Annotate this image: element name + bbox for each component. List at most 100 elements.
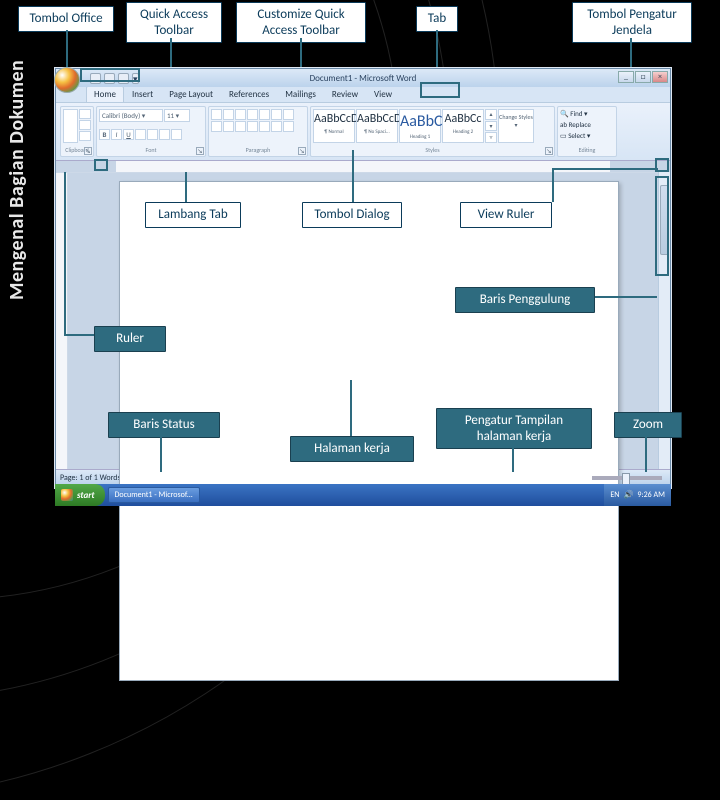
strike-button[interactable] <box>135 129 146 140</box>
align-right-button[interactable] <box>235 121 246 132</box>
group-label: Font <box>99 146 203 154</box>
taskbar-item-word[interactable]: Document1 - Microsof... <box>108 487 200 503</box>
label-zoom: Zoom <box>614 412 682 438</box>
label-tombol-dialog: Tombol Dialog <box>302 202 402 228</box>
tray-language[interactable]: EN <box>610 490 619 500</box>
paste-button[interactable] <box>63 109 78 143</box>
group-editing: 🔍 Find ▾ ab Replace ▭ Select ▾ Editing <box>557 106 617 157</box>
maximize-button[interactable]: □ <box>635 71 651 83</box>
dialog-launcher-icon[interactable]: ↘ <box>545 147 553 155</box>
qat-customize-icon[interactable]: ▾ <box>132 73 139 84</box>
style-normal[interactable]: AaBbCcDd¶ Normal <box>313 109 355 143</box>
ribbon-tabs: Home Insert Page Layout References Maili… <box>56 87 670 103</box>
dialog-launcher-icon[interactable]: ↘ <box>298 147 306 155</box>
horizontal-ruler[interactable] <box>56 161 670 173</box>
change-styles-button[interactable]: Change Styles ▾ <box>498 109 534 143</box>
label-tab: Tab <box>416 6 458 32</box>
windows-taskbar: start Document1 - Microsof... EN 🔊 9:26 … <box>55 484 671 506</box>
replace-button[interactable]: ab Replace <box>560 120 614 129</box>
align-left-button[interactable] <box>211 121 222 132</box>
label-view-ruler: View Ruler <box>460 202 552 228</box>
start-label: start <box>77 490 95 501</box>
vertical-ruler[interactable] <box>56 173 68 469</box>
format-painter-button[interactable] <box>79 131 91 141</box>
style-no-spacing[interactable]: AaBbCcDd¶ No Spaci... <box>356 109 398 143</box>
style-heading2[interactable]: AaBbCcHeading 2 <box>442 109 484 143</box>
qat-redo-icon[interactable] <box>118 73 129 84</box>
style-heading1[interactable]: AaBbCcHeading 1 <box>399 109 441 143</box>
label-tombol-pengatur-jendela: Tombol Pengatur Jendela <box>572 2 692 43</box>
numbering-button[interactable] <box>223 109 234 120</box>
font-color-button[interactable] <box>171 129 182 140</box>
styles-scroll-up[interactable]: ▴ <box>485 109 497 120</box>
group-label: Styles <box>313 146 552 154</box>
title-bar: ▾ Document1 - Microsoft Word _ □ × <box>56 69 670 87</box>
select-button[interactable]: ▭ Select ▾ <box>560 131 614 140</box>
underline-button[interactable]: U <box>123 129 134 140</box>
ribbon: Clipboard ↘ Calibri (Body) ▾ 11 ▾ B I U … <box>56 103 670 161</box>
bullets-button[interactable] <box>211 109 222 120</box>
tab-home[interactable]: Home <box>86 86 124 102</box>
indent-dec-button[interactable] <box>247 109 258 120</box>
borders-button[interactable] <box>283 121 294 132</box>
qat-undo-icon[interactable] <box>104 73 115 84</box>
font-name-selector[interactable]: Calibri (Body) ▾ <box>99 109 163 122</box>
close-button[interactable]: × <box>652 71 668 83</box>
group-clipboard: Clipboard ↘ <box>60 106 94 157</box>
styles-more[interactable]: ▿ <box>485 132 497 143</box>
italic-button[interactable]: I <box>111 129 122 140</box>
styles-scroll-down[interactable]: ▾ <box>485 121 497 132</box>
shading-button[interactable] <box>271 121 282 132</box>
group-label: Editing <box>560 146 614 154</box>
window-controls: _ □ × <box>618 71 668 83</box>
dialog-launcher-icon[interactable]: ↘ <box>84 147 92 155</box>
windows-logo-icon <box>61 489 73 501</box>
align-center-button[interactable] <box>223 121 234 132</box>
indent-inc-button[interactable] <box>259 109 270 120</box>
quick-access-toolbar[interactable]: ▾ <box>90 73 139 84</box>
group-paragraph: Paragraph ↘ <box>208 106 308 157</box>
qat-save-icon[interactable] <box>90 73 101 84</box>
system-tray: EN 🔊 9:26 AM <box>604 484 671 506</box>
scrollbar-thumb[interactable] <box>660 185 669 255</box>
highlight-button[interactable] <box>159 129 170 140</box>
tab-page-layout[interactable]: Page Layout <box>161 86 221 102</box>
subscript-button[interactable] <box>147 129 158 140</box>
group-font: Calibri (Body) ▾ 11 ▾ B I U Font ↘ <box>96 106 206 157</box>
sort-button[interactable] <box>271 109 282 120</box>
font-size-selector[interactable]: 11 ▾ <box>164 109 190 122</box>
dialog-launcher-icon[interactable]: ↘ <box>196 147 204 155</box>
cut-button[interactable] <box>79 109 91 119</box>
label-baris-status: Baris Status <box>108 412 220 438</box>
label-halaman-kerja: Halaman kerja <box>290 436 414 462</box>
label-lambang-tab: Lambang Tab <box>145 202 241 228</box>
find-button[interactable]: 🔍 Find ▾ <box>560 109 614 118</box>
label-quick-access: Quick Access Toolbar <box>126 2 222 43</box>
window-title: Document1 - Microsoft Word <box>310 73 417 84</box>
tab-view[interactable]: View <box>366 86 400 102</box>
show-marks-button[interactable] <box>283 109 294 120</box>
label-baris-penggulung: Baris Penggulung <box>455 287 595 313</box>
zoom-slider[interactable] <box>592 476 662 480</box>
tab-mailings[interactable]: Mailings <box>277 86 324 102</box>
tab-insert[interactable]: Insert <box>124 86 161 102</box>
line-spacing-button[interactable] <box>259 121 270 132</box>
minimize-button[interactable]: _ <box>618 71 634 83</box>
copy-button[interactable] <box>79 120 91 130</box>
label-tombol-office: Tombol Office <box>18 6 114 32</box>
tab-review[interactable]: Review <box>324 86 366 102</box>
tab-references[interactable]: References <box>221 86 277 102</box>
justify-button[interactable] <box>247 121 258 132</box>
group-label: Paragraph <box>211 146 305 154</box>
label-customize-qat: Customize Quick Access Toolbar <box>236 2 366 43</box>
label-pengatur-tampilan: Pengatur Tampilan halaman kerja <box>436 408 592 449</box>
view-ruler-toggle[interactable] <box>658 161 670 173</box>
group-styles: AaBbCcDd¶ Normal AaBbCcDd¶ No Spaci... A… <box>310 106 555 157</box>
multilevel-button[interactable] <box>235 109 246 120</box>
tray-volume-icon[interactable]: 🔊 <box>623 490 633 500</box>
office-button[interactable] <box>54 67 80 93</box>
bold-button[interactable]: B <box>99 129 110 140</box>
slide-title: Mengenal Bagian Dokumen <box>5 60 29 300</box>
tray-clock[interactable]: 9:26 AM <box>637 490 665 500</box>
start-button[interactable]: start <box>55 484 105 506</box>
